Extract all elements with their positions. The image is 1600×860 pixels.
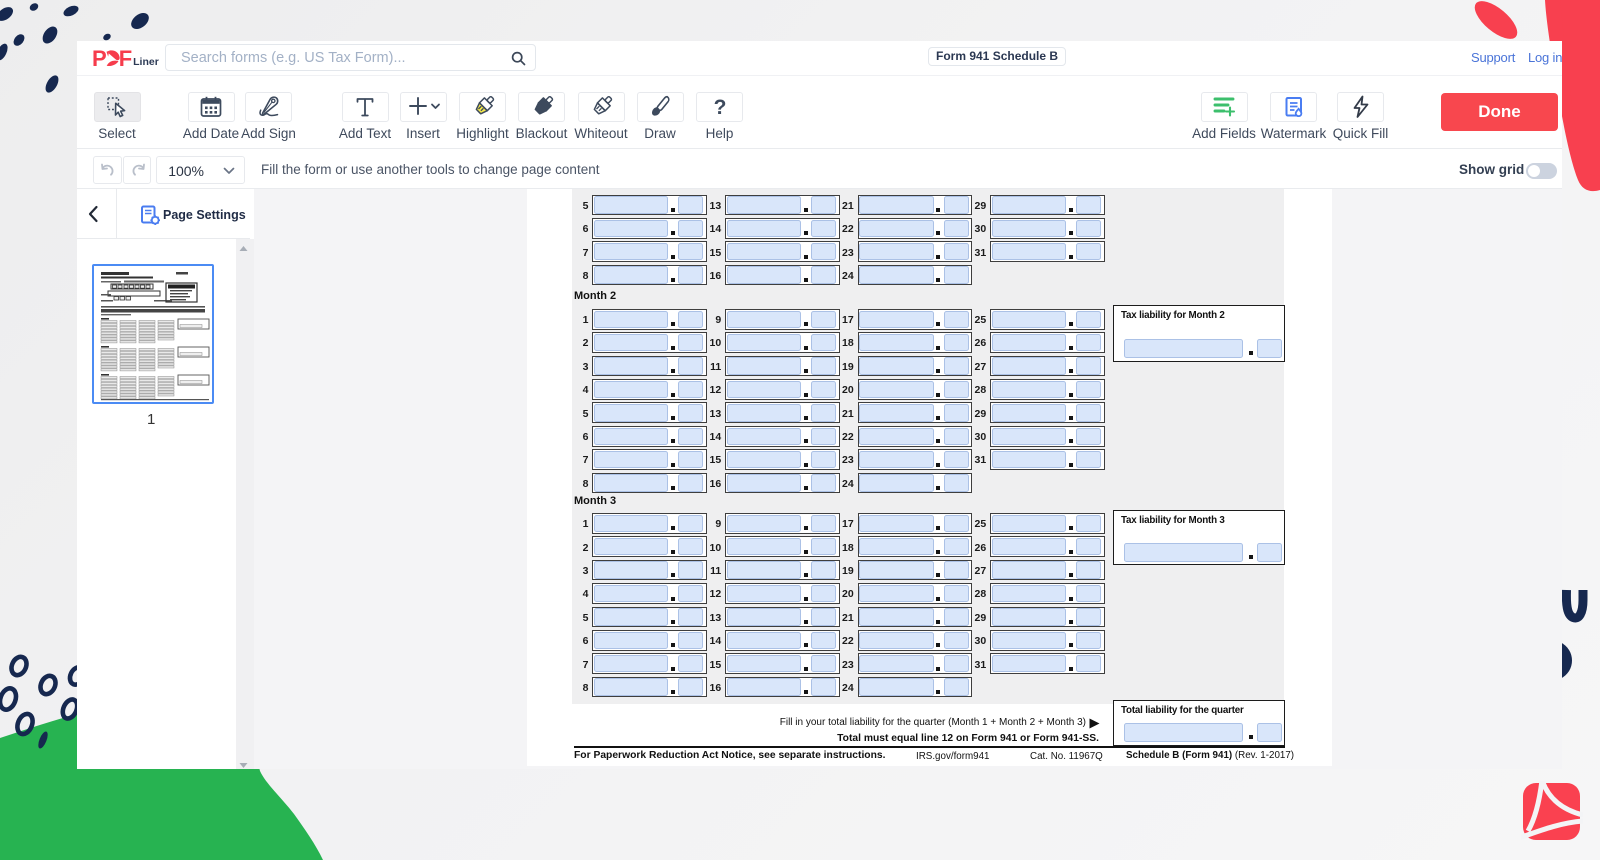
- svg-text:?: ?: [713, 96, 726, 119]
